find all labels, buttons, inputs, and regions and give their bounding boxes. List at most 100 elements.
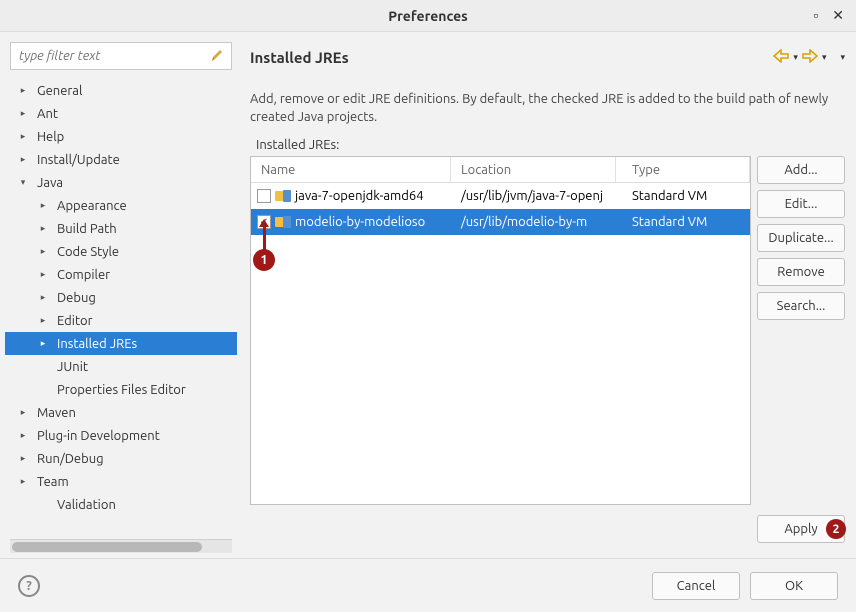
forward-icon[interactable] <box>802 49 818 66</box>
page-header: Installed JREs ▾ ▾ ▾ <box>250 42 845 72</box>
tree-item-label: JUnit <box>57 360 88 374</box>
expand-icon[interactable]: ▸ <box>35 223 51 234</box>
jre-name: modelio-by-modelioso <box>295 215 425 229</box>
table-header: Name Location Type <box>251 157 750 183</box>
expand-icon[interactable]: ▸ <box>15 85 31 96</box>
table-area: Name Location Type java-7-openjdk-amd64/… <box>250 156 845 505</box>
page-nav-icons: ▾ ▾ ▾ <box>773 49 845 66</box>
filter-input[interactable] <box>10 42 232 70</box>
tree-item-appearance[interactable]: ▸ Appearance <box>5 194 237 217</box>
window-title: Preferences <box>388 8 468 24</box>
back-icon[interactable] <box>773 49 789 66</box>
tree-item-label: Maven <box>37 406 76 420</box>
table-body: java-7-openjdk-amd64/usr/lib/jvm/java-7-… <box>251 183 750 504</box>
jre-checkbox[interactable] <box>257 189 271 203</box>
callout-marker-2: 2 <box>826 519 846 539</box>
tree-item-label: Java <box>37 176 63 190</box>
tree-item-validation[interactable]: Validation <box>5 493 237 516</box>
preferences-window: Preferences ▫ ✕ ▸General▸Ant▸Help▸Instal… <box>0 0 856 612</box>
view-menu-icon[interactable]: ▾ <box>840 52 845 63</box>
table-row[interactable]: modelio-by-modelioso/usr/lib/modelio-by-… <box>251 209 750 235</box>
tree-item-run-debug[interactable]: ▸Run/Debug <box>5 447 237 470</box>
tree-item-label: Plug-in Development <box>37 429 160 443</box>
expand-icon[interactable]: ▸ <box>15 407 31 418</box>
expand-icon[interactable]: ▸ <box>35 292 51 303</box>
dialog-body: ▸General▸Ant▸Help▸Install/Update▾Java▸Ap… <box>0 32 856 558</box>
tree-item-label: Debug <box>57 291 96 305</box>
expand-icon[interactable]: ▸ <box>15 154 31 165</box>
cell-name: java-7-openjdk-amd64 <box>251 189 451 203</box>
back-menu-icon[interactable]: ▾ <box>793 52 798 63</box>
left-panel: ▸General▸Ant▸Help▸Install/Update▾Java▸Ap… <box>5 42 237 553</box>
tree-item-debug[interactable]: ▸ Debug <box>5 286 237 309</box>
tree-item-label: Validation <box>57 498 116 512</box>
column-name[interactable]: Name <box>251 157 451 182</box>
tree-item-ant[interactable]: ▸Ant <box>5 102 237 125</box>
expand-icon[interactable]: ▸ <box>15 108 31 119</box>
add-button[interactable]: Add... <box>757 156 845 184</box>
expand-icon[interactable]: ▸ <box>35 200 51 211</box>
close-icon[interactable]: ✕ <box>832 7 844 24</box>
tree-item-maven[interactable]: ▸ Maven <box>5 401 237 424</box>
cell-type: Standard VM <box>616 215 750 229</box>
tree-item-label: Install/Update <box>37 153 120 167</box>
edit-button[interactable]: Edit... <box>757 190 845 218</box>
expand-icon[interactable]: ▸ <box>35 246 51 257</box>
tree-item-general[interactable]: ▸General <box>5 79 237 102</box>
preferences-tree[interactable]: ▸General▸Ant▸Help▸Install/Update▾Java▸Ap… <box>5 76 237 553</box>
apply-row: Apply 2 <box>250 505 845 553</box>
tree-item-label: Appearance <box>57 199 127 213</box>
tree-item-label: Editor <box>57 314 93 328</box>
tree-item-build-path[interactable]: ▸ Build Path <box>5 217 237 240</box>
remove-button[interactable]: Remove <box>757 258 845 286</box>
titlebar: Preferences ▫ ✕ <box>0 0 856 32</box>
tree-item-installed-jres[interactable]: ▸ Installed JREs <box>5 332 237 355</box>
right-panel: Installed JREs ▾ ▾ ▾ Add, remove or edit… <box>240 42 851 553</box>
duplicate-button[interactable]: Duplicate... <box>757 224 845 252</box>
tree-item-editor[interactable]: ▸ Editor <box>5 309 237 332</box>
tree-item-label: Properties Files Editor <box>57 383 186 397</box>
tree-item-team[interactable]: ▸ Team <box>5 470 237 493</box>
column-type[interactable]: Type <box>616 157 750 182</box>
callout-marker-1: 1 <box>253 249 275 271</box>
expand-icon[interactable]: ▸ <box>15 430 31 441</box>
help-icon[interactable]: ? <box>18 575 40 597</box>
tree-item-label: Installed JREs <box>57 337 137 351</box>
tree-item-install-update[interactable]: ▸ Install/Update <box>5 148 237 171</box>
minimize-icon[interactable]: ▫ <box>813 7 818 24</box>
tree-item-label: Build Path <box>57 222 117 236</box>
expand-icon[interactable]: ▸ <box>15 131 31 142</box>
jre-table[interactable]: Name Location Type java-7-openjdk-amd64/… <box>250 156 751 505</box>
callout-arrow-1 <box>263 225 266 251</box>
tree-horizontal-scrollbar[interactable] <box>10 539 232 553</box>
tree-item-help[interactable]: ▸Help <box>5 125 237 148</box>
search-button[interactable]: Search... <box>757 292 845 320</box>
tree-item-java[interactable]: ▾ Java <box>5 171 237 194</box>
tree-item-plug-in-development[interactable]: ▸ Plug-in Development <box>5 424 237 447</box>
tree-item-code-style[interactable]: ▸Code Style <box>5 240 237 263</box>
titlebar-buttons: ▫ ✕ <box>813 7 844 24</box>
ok-button[interactable]: OK <box>750 572 838 600</box>
footer-buttons: Cancel OK <box>652 572 838 600</box>
expand-icon[interactable]: ▸ <box>35 315 51 326</box>
expand-icon[interactable]: ▸ <box>15 476 31 487</box>
table-label: Installed JREs: <box>250 138 845 152</box>
apply-button[interactable]: Apply 2 <box>757 515 845 543</box>
cell-type: Standard VM <box>616 189 750 203</box>
expand-icon[interactable]: ▾ <box>15 177 31 188</box>
filter-wrap <box>10 42 232 70</box>
forward-menu-icon[interactable]: ▾ <box>822 52 827 63</box>
tree-item-junit[interactable]: JUnit <box>5 355 237 378</box>
tree-item-properties-files-editor[interactable]: Properties Files Editor <box>5 378 237 401</box>
tree-item-compiler[interactable]: ▸Compiler <box>5 263 237 286</box>
expand-icon[interactable]: ▸ <box>15 453 31 464</box>
column-location[interactable]: Location <box>451 157 616 182</box>
jre-icon <box>275 215 291 229</box>
table-row[interactable]: java-7-openjdk-amd64/usr/lib/jvm/java-7-… <box>251 183 750 209</box>
expand-icon[interactable]: ▸ <box>35 338 51 349</box>
expand-icon[interactable]: ▸ <box>35 269 51 280</box>
cancel-button[interactable]: Cancel <box>652 572 740 600</box>
cell-name: modelio-by-modelioso <box>251 215 451 229</box>
side-buttons: Add... Edit... Duplicate... Remove Searc… <box>757 156 845 505</box>
tree-item-label: Team <box>37 475 69 489</box>
